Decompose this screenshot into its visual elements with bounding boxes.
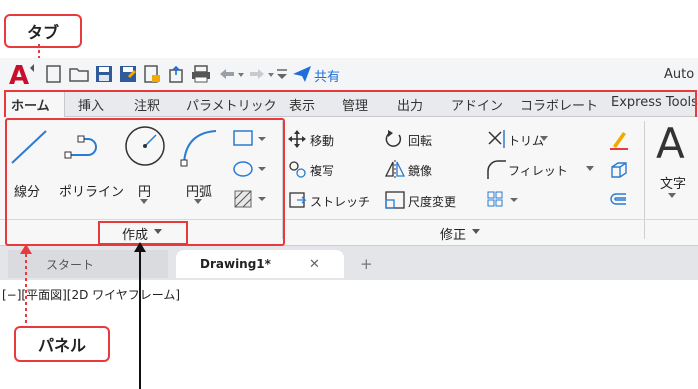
fillet-dropdown-icon[interactable] (586, 166, 596, 174)
scale-icon[interactable] (384, 190, 406, 210)
trim-dropdown-icon[interactable] (540, 136, 550, 144)
tab-callout: タブ (4, 14, 82, 48)
fillet-label[interactable]: フィレット (508, 162, 568, 179)
rotate-label[interactable]: 回転 (408, 132, 432, 149)
move-label[interactable]: 移動 (310, 132, 334, 149)
mirror-icon[interactable] (384, 159, 406, 179)
open-folder-icon[interactable] (68, 64, 90, 84)
close-tab-icon[interactable]: ✕ (309, 257, 320, 272)
panel-separator-2 (644, 121, 645, 239)
panel-callout-arrow (20, 244, 32, 330)
text-dropdown-icon[interactable] (668, 193, 678, 201)
save-as-icon[interactable] (118, 64, 138, 84)
svg-text:A: A (9, 61, 29, 88)
undo-icon[interactable] (216, 64, 244, 84)
stretch-icon[interactable] (288, 190, 308, 210)
customize-qat-icon[interactable] (276, 66, 288, 82)
fillet-icon[interactable] (486, 159, 508, 181)
redo-icon[interactable] (246, 64, 274, 84)
trim-label[interactable]: トリム (508, 132, 544, 149)
text-tool-icon[interactable]: A (656, 119, 685, 168)
explode-icon[interactable] (608, 159, 630, 181)
print-icon[interactable] (190, 64, 212, 84)
save-icon[interactable] (94, 64, 114, 84)
rotate-icon[interactable] (384, 129, 404, 149)
copy-label[interactable]: 複写 (310, 162, 334, 179)
share-icon[interactable] (292, 65, 312, 83)
modify-panel-title[interactable]: 修正 (440, 224, 466, 243)
doc-tab-start-label: スタート (46, 257, 95, 272)
move-icon[interactable] (288, 130, 306, 148)
web-upload-icon[interactable] (142, 64, 162, 84)
app-title: Auto (664, 67, 695, 82)
autocad-logo[interactable]: A (6, 60, 34, 91)
tab-highlight-box (4, 90, 697, 119)
mirror-label[interactable]: 鏡像 (408, 162, 432, 179)
doc-tab-drawing-label: Drawing1* (200, 257, 271, 271)
array-icon[interactable] (486, 190, 522, 210)
new-file-icon[interactable] (44, 64, 64, 84)
doc-tab-drawing[interactable]: Drawing1* ✕ (176, 250, 344, 278)
copy-icon[interactable] (288, 160, 308, 180)
tab-callout-label: タブ (26, 23, 59, 42)
modify-panel-expand-icon[interactable] (472, 229, 482, 237)
offset-icon[interactable] (608, 190, 630, 210)
panel-title-callout-arrow (134, 242, 146, 389)
document-tab-bar: スタート Drawing1* ✕ + (0, 246, 698, 280)
scale-label[interactable]: 尺度変更 (408, 193, 456, 210)
panel-callout: パネル (14, 326, 110, 362)
share-file-icon[interactable] (166, 64, 186, 84)
new-tab-icon[interactable]: + (360, 255, 373, 273)
trim-icon[interactable] (486, 129, 506, 149)
text-tool-label[interactable]: 文字 (660, 173, 686, 192)
quick-access-toolbar: A 共有 Auto (0, 58, 698, 91)
share-label[interactable]: 共有 (314, 66, 340, 85)
panel-callout-label: パネル (37, 336, 86, 355)
erase-icon[interactable] (608, 129, 630, 151)
stretch-label[interactable]: ストレッチ (310, 193, 370, 210)
